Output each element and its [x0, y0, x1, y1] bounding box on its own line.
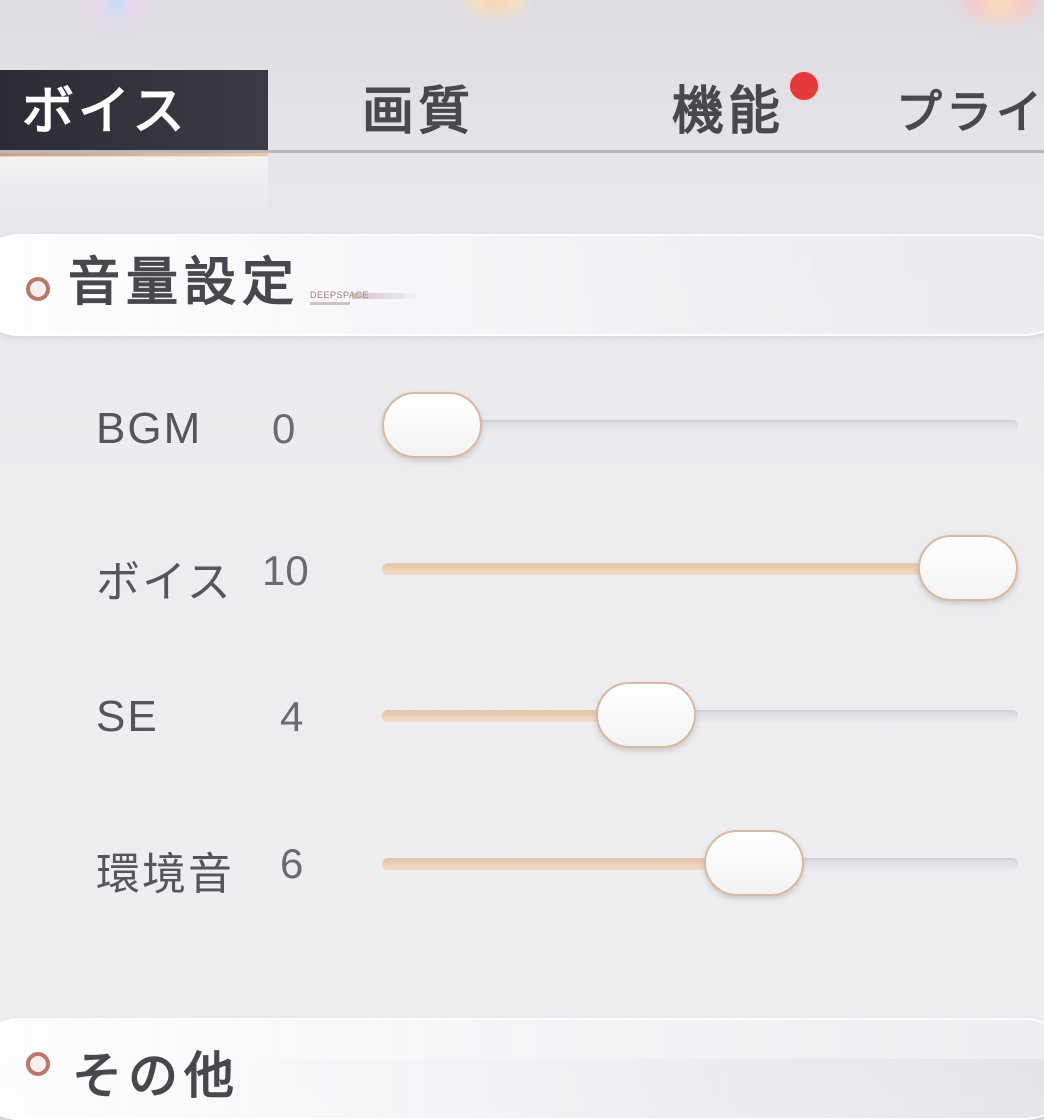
tab-underline	[0, 150, 1044, 153]
slider-label-bgm: BGM	[96, 404, 203, 453]
tab-bar: ボイス 画質 機能	[0, 70, 1044, 157]
section-title: 音量設定	[68, 253, 301, 313]
slider-thumb-bgm[interactable]	[382, 392, 482, 458]
slider-track-se[interactable]	[382, 682, 1018, 748]
tab-privacy-clip: プライバシー	[896, 70, 1044, 154]
tab-privacy[interactable]: プライバシー	[896, 70, 1044, 154]
slider-value-voice: 10	[262, 547, 309, 594]
slider-track-ambient[interactable]	[382, 830, 1018, 896]
slider-value-bgm: 0	[272, 405, 296, 452]
section-bullet-icon	[26, 1052, 50, 1076]
slider-thumb-voice[interactable]	[918, 535, 1018, 601]
active-tab-glow	[0, 156, 268, 220]
section-title-other: その他	[72, 1047, 240, 1105]
tab-features[interactable]: 機能	[672, 70, 784, 154]
background-sparkle	[960, 0, 1040, 22]
tab-voice[interactable]: ボイス	[0, 70, 268, 157]
slider-thumb-ambient[interactable]	[703, 830, 804, 896]
slider-thumb-se[interactable]	[596, 682, 697, 748]
notification-badge	[788, 70, 820, 102]
section-bullet-icon	[26, 277, 50, 301]
decorative-bar	[352, 293, 422, 299]
decorative-line	[310, 302, 350, 305]
tab-graphics[interactable]: 画質	[362, 70, 474, 154]
slider-track-voice[interactable]	[382, 535, 1018, 601]
slider-fill-ambient	[382, 858, 754, 870]
slider-label-se: SE	[96, 692, 159, 741]
slider-track-bgm[interactable]	[382, 392, 1018, 458]
slider-value-se: 4	[280, 693, 304, 740]
background-sparkle	[460, 0, 530, 16]
background-sparkle	[86, 0, 146, 20]
slider-value-ambient: 6	[280, 840, 304, 887]
slider-label-ambient: 環境音	[96, 850, 234, 899]
slider-fill-voice	[382, 563, 968, 575]
slider-label-voice: ボイス	[96, 558, 233, 607]
